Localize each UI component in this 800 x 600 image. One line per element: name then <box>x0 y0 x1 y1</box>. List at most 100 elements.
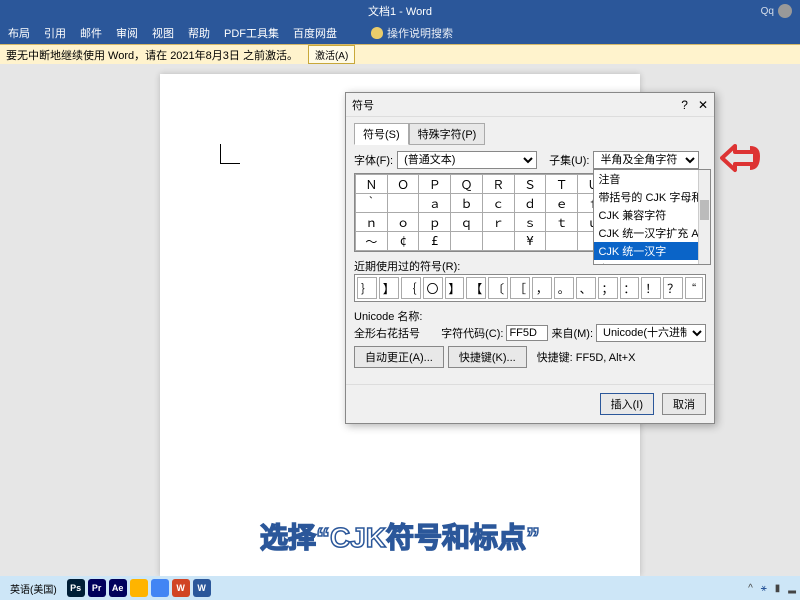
grid-cell[interactable]: Ｒ <box>482 175 514 194</box>
cancel-button[interactable]: 取消 <box>662 393 706 415</box>
taskbar-app-icon[interactable]: Ps <box>67 579 85 597</box>
grid-cell[interactable]: Ｔ <box>546 175 578 194</box>
taskbar-app-icon[interactable]: Ae <box>109 579 127 597</box>
recent-symbol[interactable]: ： <box>620 277 640 299</box>
dropdown-scrollbar[interactable] <box>698 170 710 264</box>
taskbar-app-icon[interactable]: W <box>193 579 211 597</box>
grid-cell[interactable] <box>451 232 483 251</box>
grid-cell[interactable]: ｅ <box>546 194 578 213</box>
tab-pdf[interactable]: PDF工具集 <box>224 25 279 41</box>
recent-symbol[interactable]: 〇 <box>423 277 443 299</box>
tab-baidu[interactable]: 百度网盘 <box>293 25 337 41</box>
insert-button[interactable]: 插入(I) <box>600 393 654 415</box>
grid-cell[interactable]: £ <box>419 232 451 251</box>
recent-symbol[interactable]: 〔 <box>488 277 508 299</box>
recent-symbol[interactable]: ， <box>532 277 552 299</box>
tab-mailings[interactable]: 邮件 <box>80 25 102 41</box>
char-code-input[interactable] <box>506 325 548 341</box>
ribbon-tabs: 布局 引用 邮件 审阅 视图 帮助 PDF工具集 百度网盘 操作说明搜索 <box>0 22 800 44</box>
tutorial-caption: 选择“CJK符号和标点” <box>260 516 540 556</box>
tab-help[interactable]: 帮助 <box>188 25 210 41</box>
grid-cell[interactable] <box>546 232 578 251</box>
tellme-search[interactable]: 操作说明搜索 <box>371 25 453 41</box>
grid-cell[interactable]: ¢ <box>387 232 419 251</box>
grid-cell[interactable]: ｑ <box>451 213 483 232</box>
grid-cell[interactable]: ｏ <box>387 213 419 232</box>
activation-message: 要无中断地继续使用 Word，请在 2021年8月3日 之前激活。 <box>6 47 298 63</box>
subset-select[interactable]: 半角及全角字符 <box>593 151 699 169</box>
recent-symbol[interactable]: 【 <box>466 277 486 299</box>
tab-special-chars[interactable]: 特殊字符(P) <box>409 123 486 145</box>
recent-symbol[interactable]: 。 <box>554 277 574 299</box>
window-title: 文档1 - Word <box>368 3 432 19</box>
grid-cell[interactable]: ｐ <box>419 213 451 232</box>
autocorrect-button[interactable]: 自动更正(A)... <box>354 346 444 368</box>
grid-cell[interactable]: Ｎ <box>356 175 388 194</box>
battery-icon[interactable]: ▮ <box>775 583 781 594</box>
recent-symbol[interactable]: “ <box>685 277 703 299</box>
font-select[interactable]: (普通文本) <box>397 151 537 169</box>
grid-cell[interactable]: ｔ <box>546 213 578 232</box>
grid-cell[interactable]: ｎ <box>356 213 388 232</box>
subset-option[interactable]: 专用区 <box>594 260 710 265</box>
system-tray[interactable]: ^ ⚹ ▮ ▂ <box>748 583 796 594</box>
grid-cell[interactable]: ｃ <box>482 194 514 213</box>
account-name: Qq <box>761 6 774 17</box>
grid-cell[interactable]: ａ <box>419 194 451 213</box>
scrollbar-thumb[interactable] <box>700 200 709 220</box>
activate-button[interactable]: 激活(A) <box>308 45 355 64</box>
grid-cell[interactable]: Ｑ <box>451 175 483 194</box>
dialog-title: 符号 <box>352 97 374 113</box>
recent-symbol[interactable]: 】 <box>379 277 399 299</box>
subset-label: 子集(U): <box>549 152 589 168</box>
pointing-hand-icon <box>720 140 760 180</box>
grid-cell[interactable]: ¥ <box>514 232 546 251</box>
help-icon[interactable]: ? <box>681 98 688 112</box>
grid-cell[interactable]: Ｐ <box>419 175 451 194</box>
grid-cell[interactable]: ｂ <box>451 194 483 213</box>
grid-cell[interactable]: ～ <box>356 232 388 251</box>
subset-option[interactable]: CJK 统一汉字 <box>594 242 710 260</box>
tab-view[interactable]: 视图 <box>152 25 174 41</box>
grid-cell[interactable] <box>482 232 514 251</box>
taskbar-app-icon[interactable] <box>151 579 169 597</box>
grid-cell[interactable]: Ｏ <box>387 175 419 194</box>
taskbar-app-icon[interactable]: Pr <box>88 579 106 597</box>
lightbulb-icon <box>371 27 383 39</box>
subset-option[interactable]: 带括号的 CJK 字母和月份 <box>594 188 710 206</box>
subset-option[interactable]: CJK 兼容字符 <box>594 206 710 224</box>
grid-cell[interactable]: ｓ <box>514 213 546 232</box>
shortcut-button[interactable]: 快捷键(K)... <box>448 346 527 368</box>
recent-symbol[interactable]: ！ <box>641 277 661 299</box>
recent-symbol[interactable]: ？ <box>663 277 683 299</box>
recent-symbol[interactable]: 】 <box>445 277 465 299</box>
tab-references[interactable]: 引用 <box>44 25 66 41</box>
wifi-icon[interactable]: ▂ <box>788 583 796 594</box>
taskbar-app-icon[interactable]: W <box>172 579 190 597</box>
grid-cell[interactable] <box>387 194 419 213</box>
dialog-titlebar[interactable]: 符号 ? ✕ <box>346 93 714 117</box>
tray-up-icon[interactable]: ^ <box>748 583 753 594</box>
grid-cell[interactable]: Ｓ <box>514 175 546 194</box>
recent-symbol[interactable]: 、 <box>576 277 596 299</box>
from-select[interactable]: Unicode(十六进制) <box>596 324 706 342</box>
tab-symbols[interactable]: 符号(S) <box>354 123 409 145</box>
subset-option[interactable]: 注音 <box>594 170 710 188</box>
tab-layout[interactable]: 布局 <box>8 25 30 41</box>
tab-review[interactable]: 审阅 <box>116 25 138 41</box>
font-label: 字体(F): <box>354 152 393 168</box>
avatar[interactable] <box>778 4 792 18</box>
account-area[interactable]: Qq <box>761 4 792 18</box>
subset-option[interactable]: CJK 统一汉字扩充 A <box>594 224 710 242</box>
recent-symbol[interactable]: ｛ <box>401 277 421 299</box>
recent-symbol[interactable]: ［ <box>510 277 530 299</box>
bluetooth-icon[interactable]: ⚹ <box>761 583 767 594</box>
recent-symbol[interactable]: ； <box>598 277 618 299</box>
close-icon[interactable]: ✕ <box>698 98 708 112</box>
grid-cell[interactable]: ｒ <box>482 213 514 232</box>
status-language[interactable]: 英语(美国) <box>4 581 63 596</box>
grid-cell[interactable]: ｀ <box>356 194 388 213</box>
recent-symbol[interactable]: ｝ <box>357 277 377 299</box>
taskbar-app-icon[interactable] <box>130 579 148 597</box>
grid-cell[interactable]: ｄ <box>514 194 546 213</box>
